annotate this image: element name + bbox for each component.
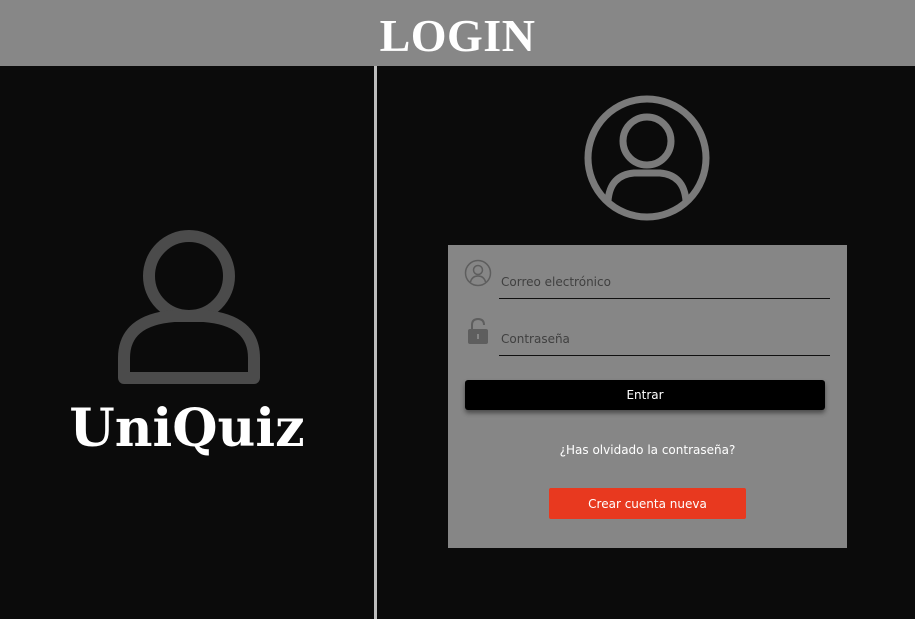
user-icon <box>118 230 260 384</box>
page-title: LOGIN <box>379 9 536 61</box>
login-form: Entrar ¿Has olvidado la contraseña? Crea… <box>448 245 847 548</box>
forgot-password-link[interactable]: ¿Has olvidado la contraseña? <box>448 443 847 457</box>
login-panel: Entrar ¿Has olvidado la contraseña? Crea… <box>377 66 915 619</box>
email-row <box>464 259 830 299</box>
title-bar: LOGIN <box>0 0 915 66</box>
user-circle-icon <box>464 259 492 287</box>
login-button[interactable]: Entrar <box>465 380 825 410</box>
user-circle-icon <box>584 95 710 221</box>
email-field[interactable] <box>499 265 830 299</box>
create-account-button[interactable]: Crear cuenta nueva <box>549 488 746 519</box>
brand-panel: UniQuiz <box>0 66 374 619</box>
password-row <box>464 316 830 356</box>
lock-icon <box>468 317 488 344</box>
password-field[interactable] <box>499 322 830 356</box>
app-name: UniQuiz <box>69 398 305 459</box>
